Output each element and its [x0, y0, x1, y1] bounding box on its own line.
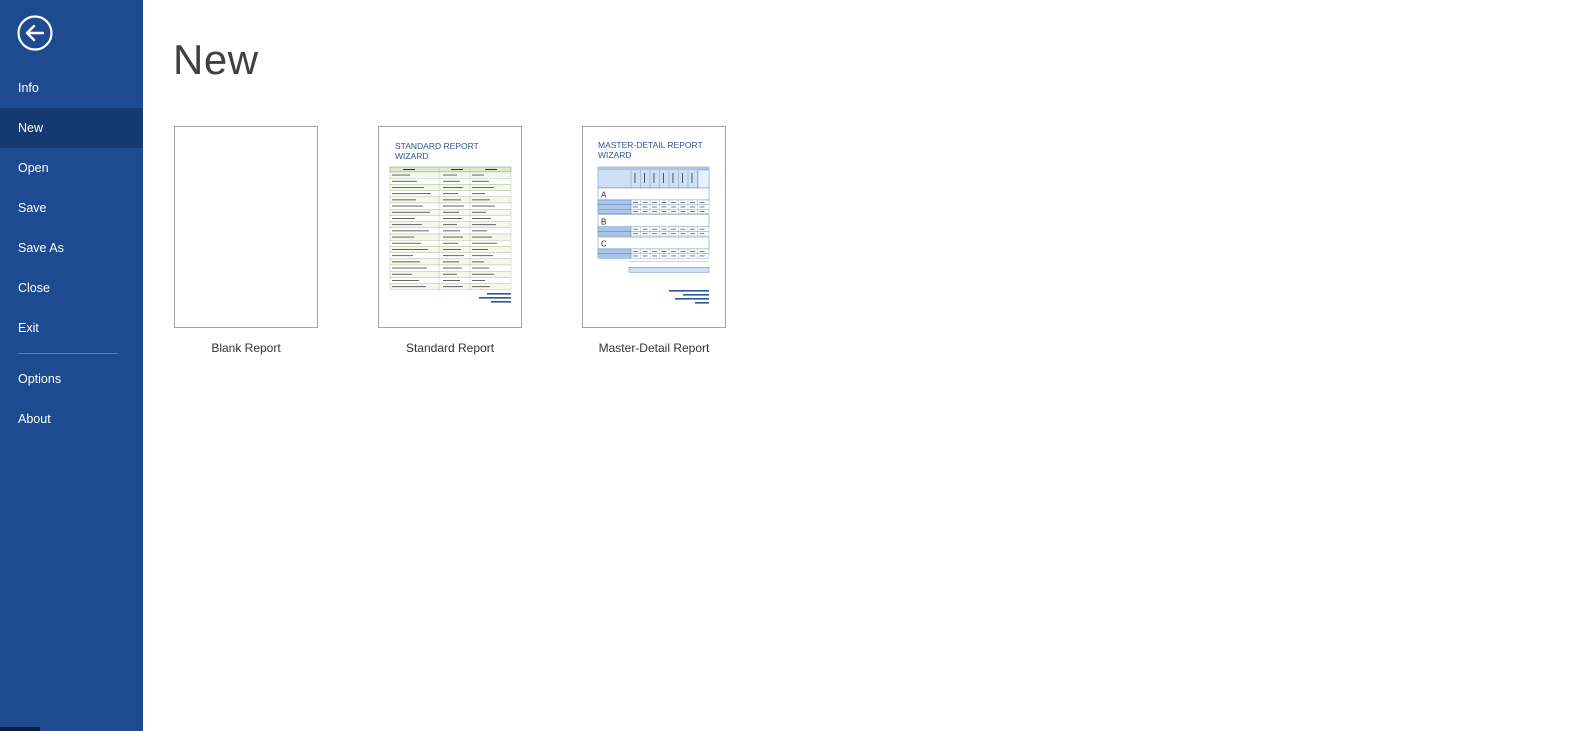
nav-item-close[interactable]: Close: [0, 268, 143, 308]
nav-item-info[interactable]: Info: [0, 68, 143, 108]
nav-item-label: Exit: [18, 321, 39, 335]
standard-report-preview: STANDARD REPORT WIZARD: [389, 141, 512, 303]
nav-item-label: Close: [18, 281, 50, 295]
back-button[interactable]: [16, 14, 54, 52]
nav-item-open[interactable]: Open: [0, 148, 143, 188]
nav-item-label: Options: [18, 372, 62, 386]
mini-group-letter: C: [601, 240, 607, 249]
thumb-title-line-2: WIZARD: [598, 150, 632, 160]
thumb-title-line-1: MASTER-DETAIL REPORT: [598, 140, 703, 150]
nav-item-about[interactable]: About: [0, 399, 143, 439]
nav-divider: [18, 353, 118, 354]
mini-master-detail-table: A B C: [597, 166, 710, 273]
nav-item-exit[interactable]: Exit: [0, 308, 143, 348]
backstage-nav: Info New Open Save Save As Close Exit Op…: [0, 68, 143, 439]
nav-item-label: Save As: [18, 241, 64, 255]
main-panel: New Blank Report STANDARD REPORT WIZARD: [143, 0, 1577, 731]
template-thumbnail: MASTER-DETAIL REPORT WIZARD A B C: [582, 126, 726, 328]
nav-item-new[interactable]: New: [0, 108, 143, 148]
template-blank-report[interactable]: Blank Report: [174, 126, 318, 355]
nav-item-options[interactable]: Options: [0, 359, 143, 399]
nav-item-label: About: [18, 412, 51, 426]
mini-footer: [669, 290, 709, 304]
template-thumbnail: [174, 126, 318, 328]
template-label: Blank Report: [211, 341, 281, 355]
thumb-title-line-2: WIZARD: [395, 151, 429, 161]
page-title: New: [173, 36, 259, 83]
backstage-sidebar: Info New Open Save Save As Close Exit Op…: [0, 0, 143, 731]
template-label: Master-Detail Report: [598, 341, 710, 355]
nav-item-label: Save: [18, 201, 47, 215]
nav-item-save[interactable]: Save: [0, 188, 143, 228]
template-master-detail-report[interactable]: MASTER-DETAIL REPORT WIZARD A B C Master-D…: [582, 126, 726, 355]
nav-item-label: Open: [18, 161, 49, 175]
nav-item-save-as[interactable]: Save As: [0, 228, 143, 268]
template-standard-report[interactable]: STANDARD REPORT WIZARD Standard Report: [378, 126, 522, 355]
template-label: Standard Report: [405, 341, 495, 355]
nav-item-label: Info: [18, 81, 39, 95]
mini-table: [389, 166, 512, 290]
thumb-title-line-1: STANDARD REPORT: [395, 141, 479, 151]
mini-group-letter: A: [601, 191, 607, 200]
template-thumbnail: STANDARD REPORT WIZARD: [378, 126, 522, 328]
mini-footer: [479, 293, 511, 303]
sidebar-bottom-strip: [0, 727, 40, 731]
arrow-left-circle-icon: [17, 15, 53, 51]
master-detail-report-preview: MASTER-DETAIL REPORT WIZARD A B C: [597, 140, 710, 304]
mini-group-letter: B: [601, 217, 606, 226]
nav-item-label: New: [18, 121, 44, 135]
backstage-view: Info New Open Save Save As Close Exit Op…: [0, 0, 1577, 731]
